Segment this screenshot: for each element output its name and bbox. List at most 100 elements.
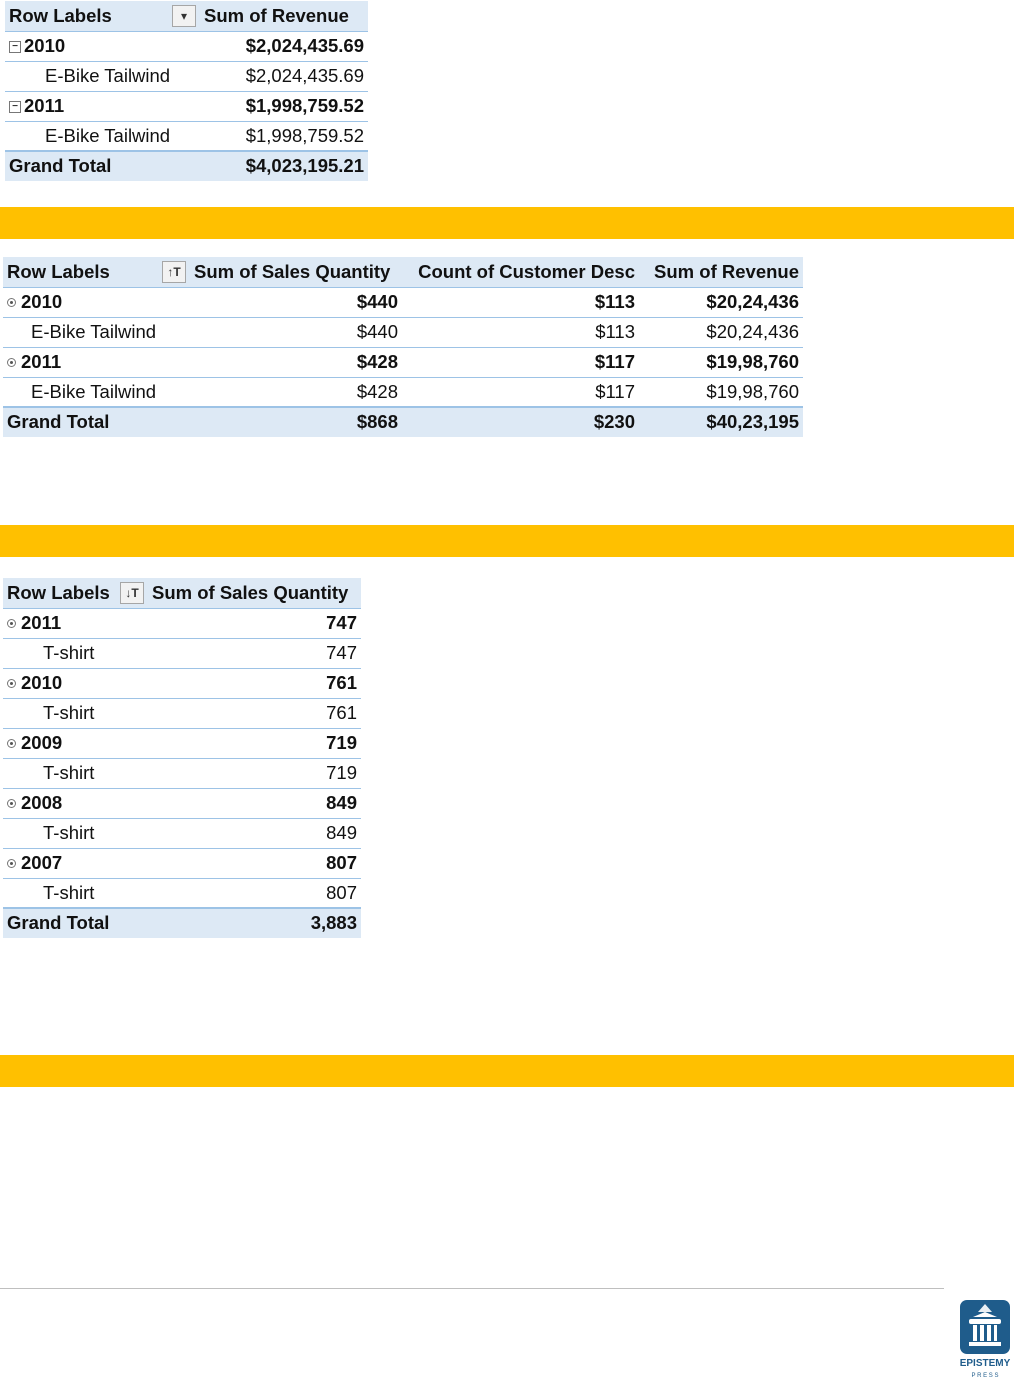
table-row: E-Bike Tailwind $1,998,759.52: [5, 121, 368, 152]
grand-total-row: Grand Total $4,023,195.21: [5, 150, 368, 181]
collapse-bullet-icon[interactable]: [7, 739, 16, 749]
collapse-bullet-icon[interactable]: [7, 799, 16, 809]
grand-total-count: $230: [402, 406, 639, 437]
row-label: 2010: [24, 34, 66, 56]
sales-quantity-header: Sum of Sales Quantity: [148, 578, 361, 609]
collapse-bullet-icon[interactable]: [7, 358, 16, 368]
revenue-cell: $19,98,760: [639, 347, 803, 378]
table-row: T-shirt 807: [3, 878, 361, 909]
table-row: E-Bike Tailwind $440 $113 $20,24,436: [3, 317, 803, 348]
grand-total-row: Grand Total $868 $230 $40,23,195: [3, 406, 803, 437]
table-row: 2007 807: [3, 848, 361, 879]
count-cell: $117: [402, 377, 639, 408]
row-label: T-shirt: [3, 638, 148, 669]
row-label: E-Bike Tailwind: [3, 377, 190, 408]
grand-total-quantity: 3,883: [148, 907, 361, 938]
table-row: E-Bike Tailwind $428 $117 $19,98,760: [3, 377, 803, 408]
row-labels-header-text: Row Labels: [9, 4, 112, 26]
count-cell: $113: [402, 287, 639, 318]
row-label: 2009: [21, 731, 63, 753]
row-label: 2010: [21, 671, 63, 693]
grand-total-row: Grand Total 3,883: [3, 907, 361, 938]
quantity-cell: 761: [148, 668, 361, 699]
pivot-table-tshirt-quantity: Row Labels ↓T Sum of Sales Quantity 2011…: [3, 578, 361, 938]
row-label: 2007: [21, 851, 63, 873]
pivot-header-row: Row Labels ↑T Sum of Sales Quantity Coun…: [3, 257, 803, 288]
row-label: T-shirt: [3, 818, 148, 849]
revenue-cell: $2,024,435.69: [200, 61, 368, 92]
revenue-header: Sum of Revenue: [200, 1, 368, 32]
collapse-minus-icon[interactable]: −: [9, 100, 21, 113]
grand-total-revenue: $40,23,195: [639, 406, 803, 437]
quantity-cell: 747: [148, 638, 361, 669]
pivot-table-quantity-customers-revenue: Row Labels ↑T Sum of Sales Quantity Coun…: [3, 257, 803, 437]
logo-text: EPISTEMY: [960, 1358, 1011, 1369]
collapse-bullet-icon[interactable]: [7, 298, 16, 308]
row-label: 2008: [21, 791, 63, 813]
row-label: 2010: [21, 290, 63, 312]
revenue-cell: $19,98,760: [639, 377, 803, 408]
epistemy-press-logo: EPISTEMY P R E S S: [960, 1300, 1011, 1379]
table-row: T-shirt 761: [3, 698, 361, 729]
grand-total-label: Grand Total: [3, 907, 148, 938]
grand-total-revenue: $4,023,195.21: [200, 150, 368, 181]
pivot-header-row: Row Labels ↓T Sum of Sales Quantity: [3, 578, 361, 609]
quantity-cell: 849: [148, 818, 361, 849]
section-divider-band: [0, 207, 1014, 239]
table-row: 2009 719: [3, 728, 361, 759]
quantity-cell: 807: [148, 878, 361, 909]
table-row: E-Bike Tailwind $2,024,435.69: [5, 61, 368, 92]
grand-total-quantity: $868: [190, 406, 402, 437]
quantity-cell: 719: [148, 728, 361, 759]
table-row: 2010 $440 $113 $20,24,436: [3, 287, 803, 318]
customer-count-header: Count of Customer Desc: [402, 257, 639, 288]
footer-rule: [0, 1288, 944, 1289]
pivot-header-row: Row Labels ▾ Sum of Revenue: [5, 1, 368, 32]
row-labels-header-text: Row Labels: [7, 581, 110, 603]
sort-ascending-filter-icon[interactable]: ↑T: [162, 260, 186, 283]
row-label: E-Bike Tailwind: [5, 121, 200, 152]
count-cell: $117: [402, 347, 639, 378]
table-row: −2010 $2,024,435.69: [5, 31, 368, 62]
logo-subtext: P R E S S: [972, 1373, 999, 1379]
row-label: T-shirt: [3, 878, 148, 909]
row-label: T-shirt: [3, 758, 148, 789]
quantity-cell: 719: [148, 758, 361, 789]
row-labels-header-text: Row Labels: [7, 260, 110, 282]
section-divider-band: [0, 525, 1014, 557]
quantity-cell: $428: [190, 347, 402, 378]
section-divider-band: [0, 1055, 1014, 1087]
table-row: T-shirt 849: [3, 818, 361, 849]
table-row: −2011 $1,998,759.52: [5, 91, 368, 122]
revenue-cell: $1,998,759.52: [200, 121, 368, 152]
filter-dropdown-icon[interactable]: ▾: [172, 4, 196, 27]
table-row: 2011 747: [3, 608, 361, 639]
row-label: E-Bike Tailwind: [3, 317, 190, 348]
collapse-bullet-icon[interactable]: [7, 679, 16, 689]
revenue-cell: $1,998,759.52: [200, 91, 368, 122]
row-labels-header: Row Labels ↑T: [3, 257, 190, 288]
table-row: 2010 761: [3, 668, 361, 699]
table-row: T-shirt 719: [3, 758, 361, 789]
collapse-bullet-icon[interactable]: [7, 859, 16, 869]
quantity-cell: 747: [148, 608, 361, 639]
sales-quantity-header: Sum of Sales Quantity: [190, 257, 402, 288]
table-row: T-shirt 747: [3, 638, 361, 669]
sort-descending-filter-icon[interactable]: ↓T: [120, 581, 144, 604]
collapse-bullet-icon[interactable]: [7, 619, 16, 629]
collapse-minus-icon[interactable]: −: [9, 40, 21, 53]
quantity-cell: $428: [190, 377, 402, 408]
revenue-header: Sum of Revenue: [639, 257, 803, 288]
quantity-cell: $440: [190, 317, 402, 348]
row-label: 2011: [21, 611, 62, 633]
quantity-cell: $440: [190, 287, 402, 318]
grand-total-label: Grand Total: [3, 406, 190, 437]
row-label: T-shirt: [3, 698, 148, 729]
revenue-cell: $20,24,436: [639, 287, 803, 318]
row-labels-header: Row Labels ↓T: [3, 578, 148, 609]
pivot-table-revenue: Row Labels ▾ Sum of Revenue −2010 $2,024…: [5, 1, 368, 181]
quantity-cell: 807: [148, 848, 361, 879]
row-labels-header: Row Labels ▾: [5, 1, 200, 32]
count-cell: $113: [402, 317, 639, 348]
quantity-cell: 849: [148, 788, 361, 819]
